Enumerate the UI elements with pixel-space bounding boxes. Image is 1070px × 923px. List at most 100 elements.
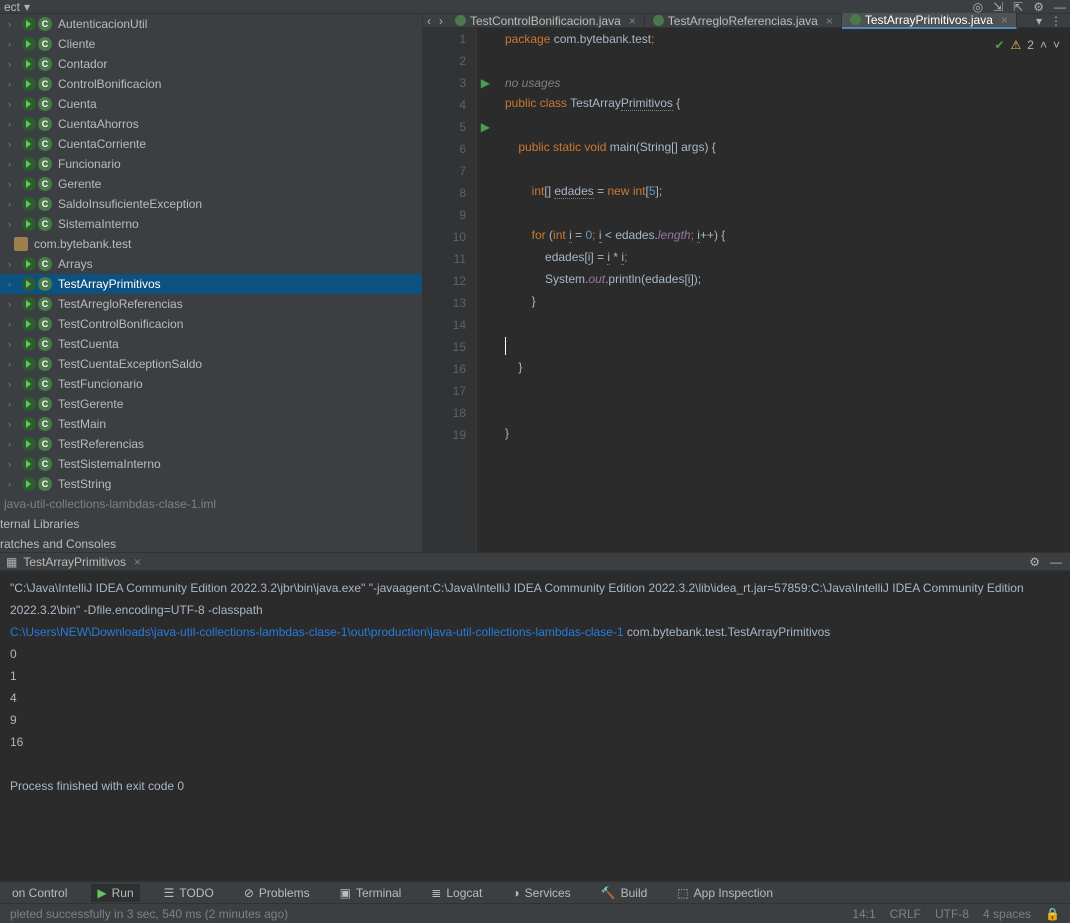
console-link[interactable]: C:\Users\NEW\Downloads\java-util-collect… [10,625,624,639]
inspection-widget[interactable]: ✔ ⚠ 2 ˄ ˅ [994,34,1060,56]
expand-icon[interactable]: ⇲ [993,0,1003,14]
tool-run[interactable]: ▶Run [91,884,139,902]
chevron-up-icon[interactable]: ˄ [1040,34,1047,56]
tree-item[interactable]: ›CFuncionario [0,154,422,174]
chevron-right-icon[interactable]: › [8,19,18,29]
chevron-right-icon[interactable]: › [8,359,18,369]
tool-logcat[interactable]: ≣Logcat [425,884,488,902]
runnable-icon [22,277,36,291]
project-label: ect [4,0,20,14]
tree-item[interactable]: ›CTestArregloReferencias [0,294,422,314]
tab-test-arreglo-referencias[interactable]: TestArregloReferencias.java × [645,14,842,28]
class-icon: C [38,377,52,391]
tab-test-array-primitivos[interactable]: TestArrayPrimitivos.java × [842,13,1017,29]
chevron-right-icon[interactable]: › [8,99,18,109]
chevron-right-icon[interactable]: › [8,479,18,489]
chevron-right-icon[interactable]: › [8,299,18,309]
chevron-right-icon[interactable]: › [8,279,18,289]
chevron-right-icon[interactable]: › [8,139,18,149]
chevron-right-icon[interactable]: › [8,439,18,449]
status-line-sep[interactable]: CRLF [890,907,921,921]
close-icon[interactable]: × [629,14,636,28]
tool-terminal[interactable]: ▣Terminal [334,884,408,902]
chevron-right-icon[interactable]: › [8,159,18,169]
tree-external-libs[interactable]: ternal Libraries [0,514,422,534]
code-editor[interactable]: ✔ ⚠ 2 ˄ ˅ package com.bytebank.test; no … [477,28,1070,552]
tree-item[interactable]: ›CTestMain [0,414,422,434]
tree-package[interactable]: com.bytebank.test [0,234,422,254]
tree-item[interactable]: ›CCuentaCorriente [0,134,422,154]
more-icon[interactable]: ⋮ [1050,14,1062,28]
editor-body[interactable]: 1 2 3▶ 4 5▶ 6 7 8 9 10 11 12 13 14 15 16… [423,28,1070,552]
tree-item[interactable]: ›CTestCuenta [0,334,422,354]
tree-item[interactable]: ›CTestGerente [0,394,422,414]
chevron-right-icon[interactable]: › [8,39,18,49]
tree-item[interactable]: ›CControlBonificacion [0,74,422,94]
target-icon[interactable]: ◎ [973,0,983,14]
tool-version-control[interactable]: on Control [6,884,73,902]
chevron-right-icon[interactable]: › [8,119,18,129]
tree-scratches[interactable]: ratches and Consoles [0,534,422,552]
tree-item[interactable]: ›CTestString [0,474,422,494]
gear-icon[interactable]: ⚙ [1033,0,1044,14]
tree-item[interactable]: ›CCliente [0,34,422,54]
tree-item[interactable]: ›CTestCuentaExceptionSaldo [0,354,422,374]
tree-item[interactable]: ›CTestControlBonificacion [0,314,422,334]
tool-problems[interactable]: ⊘Problems [238,884,316,902]
runnable-icon [22,297,36,311]
tab-next-icon[interactable]: › [435,14,447,28]
chevron-right-icon[interactable]: › [8,199,18,209]
close-icon[interactable]: × [134,555,141,569]
chevron-right-icon[interactable]: › [8,79,18,89]
gear-icon[interactable]: ⚙ [1029,555,1040,569]
tool-build[interactable]: 🔨Build [595,884,654,902]
project-tree[interactable]: ›CAutenticacionUtil›CCliente›CContador›C… [0,14,423,552]
tree-item[interactable]: ›CGerente [0,174,422,194]
chevron-right-icon[interactable]: › [8,219,18,229]
class-icon: C [38,17,52,31]
tree-item[interactable]: ›CArrays [0,254,422,274]
tool-services[interactable]: ◑Services [506,884,576,902]
close-icon[interactable]: × [1001,13,1008,27]
tree-item[interactable]: ›CCuentaAhorros [0,114,422,134]
tree-item[interactable]: ›CAutenticacionUtil [0,14,422,34]
console-output[interactable]: "C:\Java\IntelliJ IDEA Community Edition… [0,571,1070,871]
chevron-right-icon[interactable]: › [8,379,18,389]
tree-item[interactable]: ›CTestSistemaInterno [0,454,422,474]
tree-item[interactable]: ›CTestArrayPrimitivos [0,274,422,294]
minimize-icon[interactable]: — [1050,555,1062,569]
chevron-right-icon[interactable]: › [8,459,18,469]
chevron-right-icon[interactable]: › [8,259,18,269]
check-icon: ✔ [994,34,1004,56]
tree-item[interactable]: ›CSaldoInsuficienteException [0,194,422,214]
tab-list-icon[interactable]: ▾ [1036,14,1042,28]
chevron-down-icon[interactable]: ˅ [1053,34,1060,56]
status-indent[interactable]: 4 spaces [983,907,1031,921]
tool-todo[interactable]: ☰TODO [158,884,220,902]
tree-item[interactable]: ›CTestFuncionario [0,374,422,394]
tree-item[interactable]: ›CContador [0,54,422,74]
tab-prev-icon[interactable]: ‹ [423,14,435,28]
dropdown-icon[interactable]: ▾ [24,0,30,14]
status-position[interactable]: 14:1 [852,907,875,921]
readonly-icon[interactable]: 🔒 [1045,907,1060,921]
chevron-right-icon[interactable]: › [8,399,18,409]
tree-item[interactable]: ›CCuenta [0,94,422,114]
minimize-icon[interactable]: — [1054,0,1066,14]
tab-test-control-bonificacion[interactable]: TestControlBonificacion.java × [447,14,645,28]
tree-item[interactable]: ›CTestReferencias [0,434,422,454]
tree-item-label: TestCuentaExceptionSaldo [58,357,202,371]
chevron-right-icon[interactable]: › [8,319,18,329]
chevron-right-icon[interactable]: › [8,59,18,69]
chevron-right-icon[interactable]: › [8,339,18,349]
tree-item[interactable]: ›CSistemaInterno [0,214,422,234]
chevron-right-icon[interactable]: › [8,179,18,189]
close-icon[interactable]: × [826,14,833,28]
collapse-icon[interactable]: ⇱ [1013,0,1023,14]
run-tab[interactable]: TestArrayPrimitivos × [23,555,141,569]
tree-iml[interactable]: java-util-collections-lambdas-clase-1.im… [0,494,422,514]
status-encoding[interactable]: UTF-8 [935,907,969,921]
tool-app-inspection[interactable]: ⬚App Inspection [671,884,779,902]
chevron-right-icon[interactable]: › [8,419,18,429]
runnable-icon [22,217,36,231]
